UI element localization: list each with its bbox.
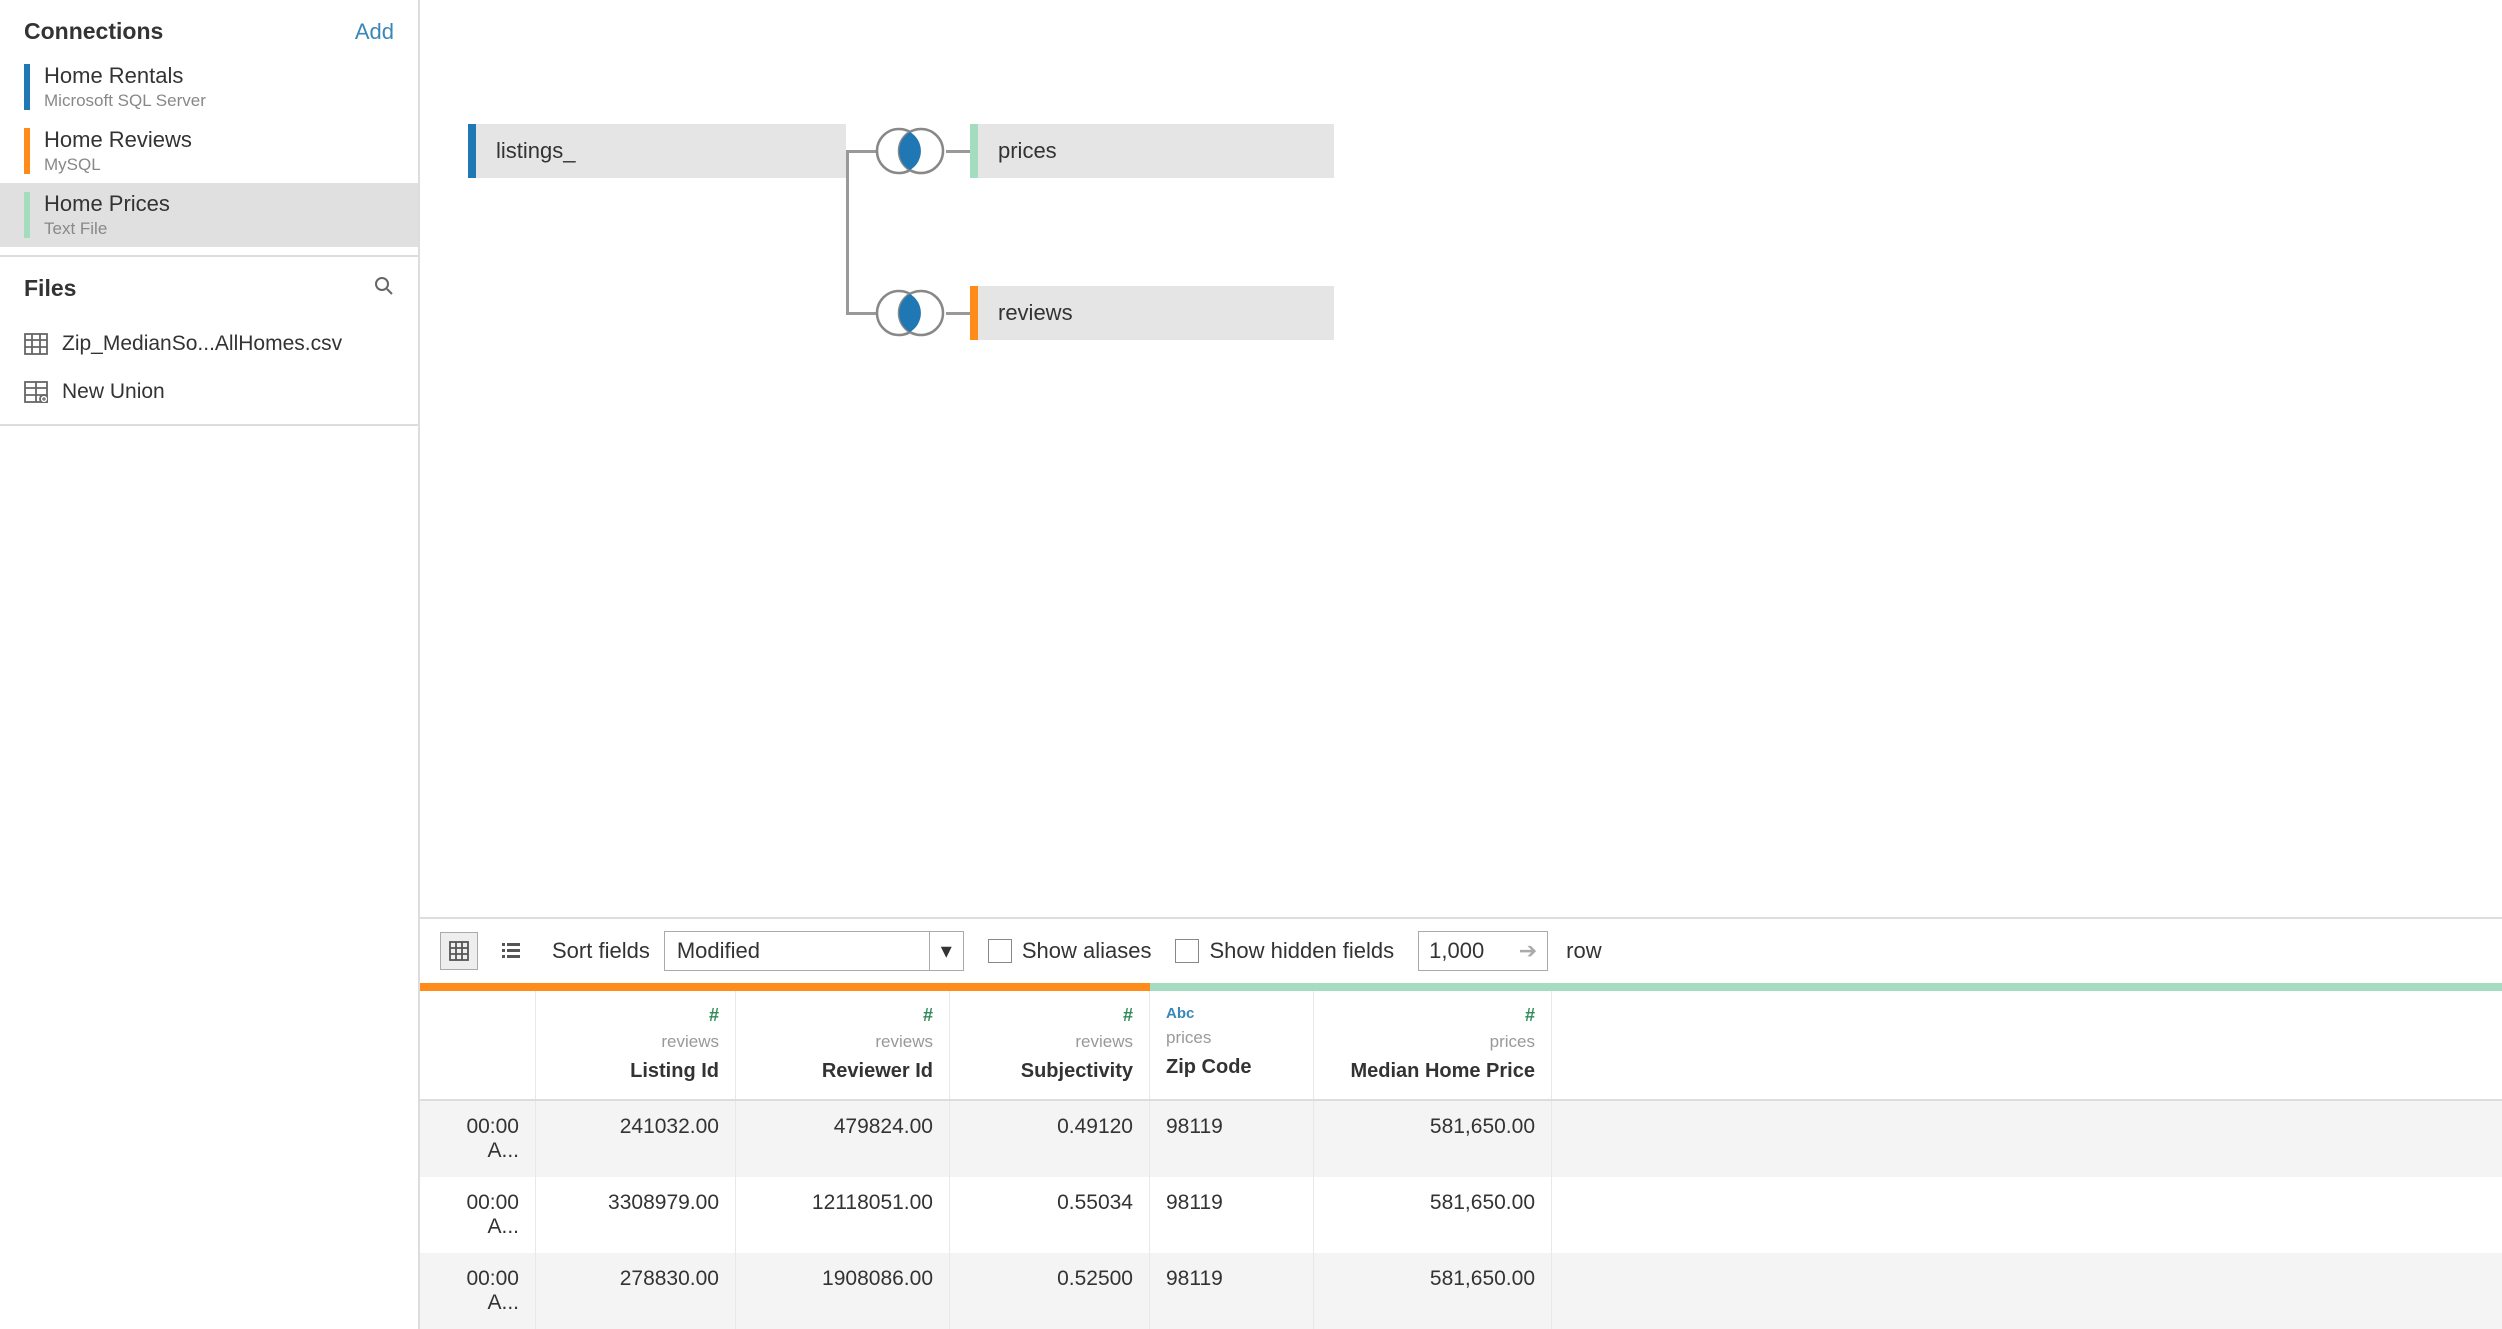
- sidebar: Connections Add Home Rentals Microsoft S…: [0, 0, 420, 1329]
- join-canvas[interactable]: listings_ prices: [420, 0, 2502, 919]
- cell: 278830.00: [536, 1253, 736, 1329]
- connection-name: Home Reviews: [44, 127, 192, 153]
- connection-color-bar: [24, 64, 30, 110]
- sort-fields-label: Sort fields: [552, 938, 650, 964]
- column-header[interactable]: # reviews Listing Id: [536, 991, 736, 1099]
- column-header[interactable]: # prices Median Home Price: [1314, 991, 1552, 1099]
- new-union-label: New Union: [62, 380, 165, 404]
- table-node-prices[interactable]: prices: [970, 124, 1334, 178]
- show-aliases-label: Show aliases: [1022, 938, 1152, 964]
- file-name: Zip_MedianSo...AllHomes.csv: [62, 332, 342, 356]
- cell: 00:00 A...: [420, 1177, 536, 1253]
- connector-line: [946, 150, 970, 153]
- column-name: Subjectivity: [966, 1060, 1133, 1083]
- cell: 581,650.00: [1314, 1177, 1552, 1253]
- connection-color-bar: [24, 192, 30, 238]
- column-header[interactable]: # reviews Subjectivity: [950, 991, 1150, 1099]
- grid-toolbar: Sort fields Modified ▾ Show aliases Show…: [420, 919, 2502, 983]
- connection-name: Home Prices: [44, 191, 170, 217]
- rows-count-input[interactable]: 1,000 ➔: [1418, 931, 1548, 971]
- file-item[interactable]: Zip_MedianSo...AllHomes.csv: [0, 320, 418, 368]
- cell: 12118051.00: [736, 1177, 950, 1253]
- add-connection-link[interactable]: Add: [355, 19, 394, 45]
- table-row[interactable]: 00:00 A... 3308979.00 12118051.00 0.5503…: [420, 1177, 2502, 1253]
- show-aliases-checkbox[interactable]: [988, 939, 1012, 963]
- connection-type: Microsoft SQL Server: [44, 91, 206, 111]
- rows-suffix: row: [1566, 938, 1601, 964]
- connector-line: [946, 312, 970, 315]
- table-row[interactable]: 00:00 A... 278830.00 1908086.00 0.52500 …: [420, 1253, 2502, 1329]
- type-icon: #: [752, 1005, 933, 1026]
- node-color-bar: [970, 124, 978, 178]
- cell: 479824.00: [736, 1101, 950, 1177]
- sort-value: Modified: [665, 938, 929, 964]
- node-color-bar: [970, 286, 978, 340]
- source-bar-reviews: [420, 983, 1150, 991]
- column-source: prices: [1166, 1028, 1297, 1048]
- connector-line: [846, 150, 849, 314]
- join-venn-icon[interactable]: [872, 126, 948, 176]
- show-hidden-checkbox[interactable]: [1175, 939, 1199, 963]
- table-node-reviews[interactable]: reviews: [970, 286, 1334, 340]
- column-header[interactable]: # reviews Reviewer Id: [736, 991, 950, 1099]
- cell: 98119: [1150, 1177, 1314, 1253]
- connection-color-bar: [24, 128, 30, 174]
- column-name: Median Home Price: [1330, 1060, 1535, 1083]
- cell: 0.52500: [950, 1253, 1150, 1329]
- connection-type: MySQL: [44, 155, 192, 175]
- column-name: Reviewer Id: [752, 1060, 933, 1083]
- search-icon[interactable]: [374, 276, 394, 302]
- connection-item[interactable]: Home Prices Text File: [0, 183, 418, 247]
- table-row[interactable]: 00:00 A... 241032.00 479824.00 0.49120 9…: [420, 1101, 2502, 1177]
- node-label: reviews: [998, 300, 1073, 326]
- node-label: listings_: [496, 138, 575, 164]
- show-hidden-label: Show hidden fields: [1209, 938, 1394, 964]
- table-node-listings[interactable]: listings_: [468, 124, 846, 178]
- column-source: prices: [1330, 1032, 1535, 1052]
- join-venn-icon[interactable]: [872, 288, 948, 338]
- type-icon: Abc: [1166, 1005, 1297, 1022]
- column-source: reviews: [752, 1032, 933, 1052]
- column-name: Listing Id: [552, 1060, 719, 1083]
- column-header-time[interactable]: [420, 991, 536, 1099]
- cell: 00:00 A...: [420, 1253, 536, 1329]
- union-icon: [24, 381, 48, 403]
- source-bar-prices: [1150, 983, 2502, 991]
- column-header[interactable]: Abc prices Zip Code: [1150, 991, 1314, 1099]
- connection-type: Text File: [44, 219, 170, 239]
- main-area: listings_ prices: [420, 0, 2502, 1329]
- chevron-down-icon: ▾: [929, 932, 963, 970]
- node-label: prices: [998, 138, 1057, 164]
- column-name: Zip Code: [1166, 1056, 1297, 1079]
- cell: 00:00 A...: [420, 1101, 536, 1177]
- node-color-bar: [468, 124, 476, 178]
- grid-view-button[interactable]: [440, 932, 478, 970]
- rows-value: 1,000: [1429, 938, 1484, 964]
- cell: 98119: [1150, 1101, 1314, 1177]
- sort-fields-select[interactable]: Modified ▾: [664, 931, 964, 971]
- connections-title: Connections: [24, 18, 163, 45]
- cell: 581,650.00: [1314, 1101, 1552, 1177]
- new-union-button[interactable]: New Union: [0, 368, 418, 416]
- arrow-right-icon: ➔: [1519, 938, 1537, 964]
- data-grid: # reviews Listing Id# reviews Reviewer I…: [420, 983, 2502, 1329]
- list-view-button[interactable]: [492, 932, 530, 970]
- cell: 98119: [1150, 1253, 1314, 1329]
- cell: 581,650.00: [1314, 1253, 1552, 1329]
- type-icon: #: [1330, 1005, 1535, 1026]
- table-icon: [24, 333, 48, 355]
- column-source: reviews: [966, 1032, 1133, 1052]
- connection-name: Home Rentals: [44, 63, 206, 89]
- column-source: reviews: [552, 1032, 719, 1052]
- cell: 0.55034: [950, 1177, 1150, 1253]
- cell: 0.49120: [950, 1101, 1150, 1177]
- connection-item[interactable]: Home Reviews MySQL: [0, 119, 418, 183]
- cell: 1908086.00: [736, 1253, 950, 1329]
- type-icon: #: [552, 1005, 719, 1026]
- files-title: Files: [24, 275, 76, 302]
- cell: 3308979.00: [536, 1177, 736, 1253]
- cell: 241032.00: [536, 1101, 736, 1177]
- type-icon: #: [966, 1005, 1133, 1026]
- connection-item[interactable]: Home Rentals Microsoft SQL Server: [0, 55, 418, 119]
